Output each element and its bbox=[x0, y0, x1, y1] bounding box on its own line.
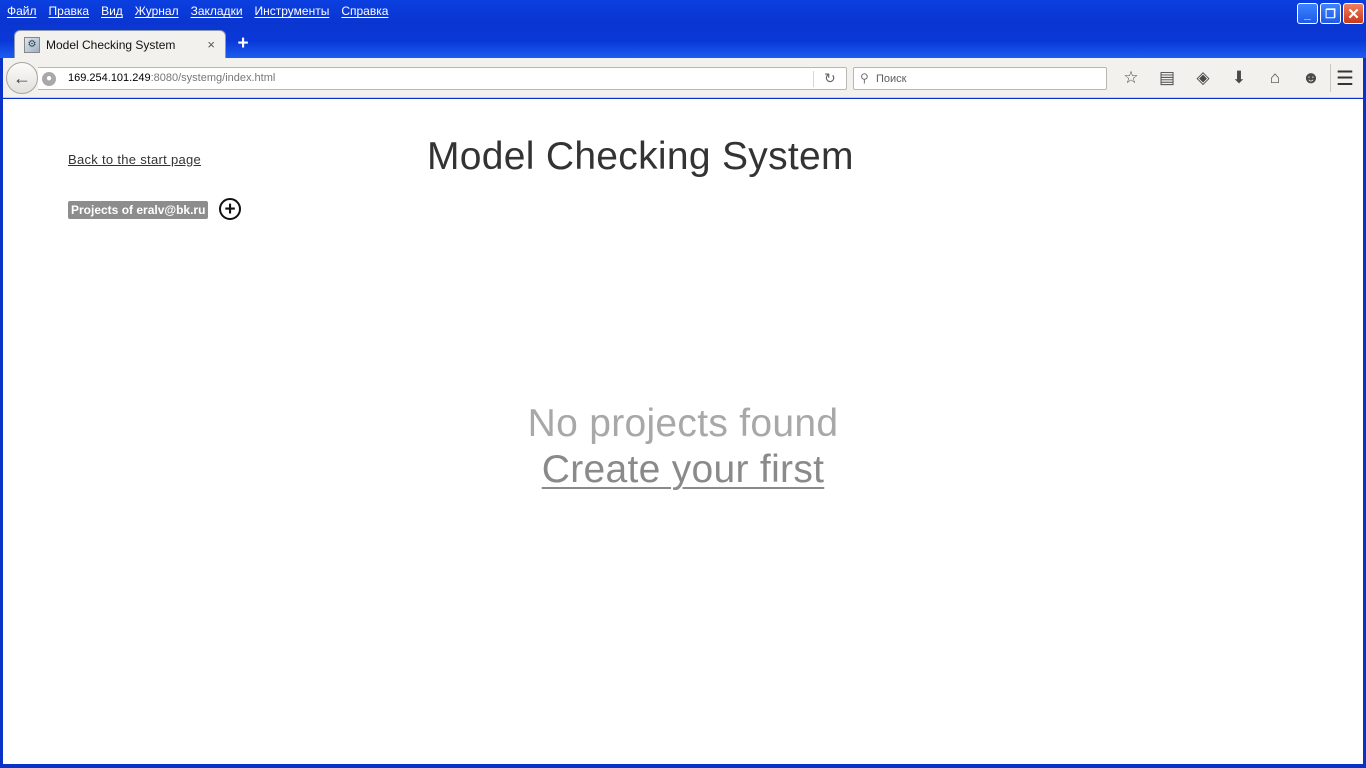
add-project-button[interactable]: + bbox=[219, 198, 241, 220]
url-path: :8080/systemg/index.html bbox=[150, 72, 276, 84]
empty-state-message: No projects found bbox=[527, 402, 839, 445]
back-arrow-icon: ← bbox=[13, 67, 31, 88]
navigation-bar: ← ● 169.254.101.249:8080/systemg/index.h… bbox=[3, 58, 1363, 98]
toolbar-separator bbox=[1330, 64, 1331, 92]
window-controls: _ ❐ ✕ bbox=[1297, 3, 1364, 24]
smiley-icon[interactable]: ☻ bbox=[1295, 66, 1327, 90]
url-host: 169.254.101.249 bbox=[68, 72, 151, 84]
menu-help[interactable]: Справка bbox=[337, 2, 396, 20]
plus-circle-icon: + bbox=[224, 198, 236, 220]
url-text[interactable]: 169.254.101.249:8080/systemg/index.html bbox=[68, 72, 275, 84]
projects-badge: Projects of eralv@bk.ru bbox=[68, 201, 209, 219]
close-window-button[interactable]: ✕ bbox=[1343, 3, 1364, 24]
menu-history[interactable]: Журнал bbox=[131, 2, 187, 20]
page-title: Model Checking System bbox=[427, 135, 854, 178]
browser-window: Файл Правка Вид Журнал Закладки Инструме… bbox=[0, 0, 1366, 768]
reload-icon[interactable]: ↻ bbox=[824, 70, 836, 87]
pocket-icon[interactable]: ◈ bbox=[1187, 66, 1219, 90]
page-content: Back to the start page Model Checking Sy… bbox=[3, 99, 1363, 764]
new-tab-button[interactable]: + bbox=[233, 34, 253, 54]
url-separator bbox=[813, 71, 814, 87]
create-first-project-container: Create your first bbox=[3, 448, 1363, 492]
tab-title: Model Checking System bbox=[46, 37, 176, 52]
download-icon[interactable]: ⬇ bbox=[1223, 66, 1255, 90]
search-input[interactable] bbox=[876, 70, 1101, 87]
home-icon[interactable]: ⌂ bbox=[1259, 66, 1291, 90]
url-bar[interactable]: ● 169.254.101.249:8080/systemg/index.htm… bbox=[38, 67, 847, 90]
menu-bar: Файл Правка Вид Журнал Закладки Инструме… bbox=[3, 2, 396, 20]
menu-edit[interactable]: Правка bbox=[45, 2, 98, 20]
hamburger-menu-icon[interactable]: ☰ bbox=[1333, 66, 1357, 90]
minimize-button[interactable]: _ bbox=[1297, 3, 1318, 24]
restore-button[interactable]: ❐ bbox=[1320, 3, 1341, 24]
active-tab[interactable]: ⚙ Model Checking System × bbox=[14, 30, 226, 58]
reading-list-icon[interactable]: ▤ bbox=[1151, 66, 1183, 90]
star-icon[interactable]: ☆ bbox=[1115, 66, 1147, 90]
back-to-start-link[interactable]: Back to the start page bbox=[68, 152, 201, 167]
tab-close-icon[interactable]: × bbox=[207, 37, 215, 52]
globe-icon: ● bbox=[42, 72, 56, 86]
create-first-project-link[interactable]: Create your first bbox=[542, 448, 825, 491]
toolbar-icons: ☆ ▤ ◈ ⬇ ⌂ ☻ bbox=[1115, 66, 1331, 90]
search-icon: ⚲ bbox=[860, 71, 869, 85]
menu-view[interactable]: Вид bbox=[97, 2, 131, 20]
search-box[interactable]: ⚲ bbox=[853, 67, 1107, 90]
menu-tools[interactable]: Инструменты bbox=[251, 2, 338, 20]
menu-bookmarks[interactable]: Закладки bbox=[187, 2, 251, 20]
title-bar: Файл Правка Вид Журнал Закладки Инструме… bbox=[0, 0, 1366, 58]
back-button[interactable]: ← bbox=[6, 62, 38, 94]
page-favicon-icon: ⚙ bbox=[24, 36, 40, 53]
menu-file[interactable]: Файл bbox=[3, 2, 45, 20]
